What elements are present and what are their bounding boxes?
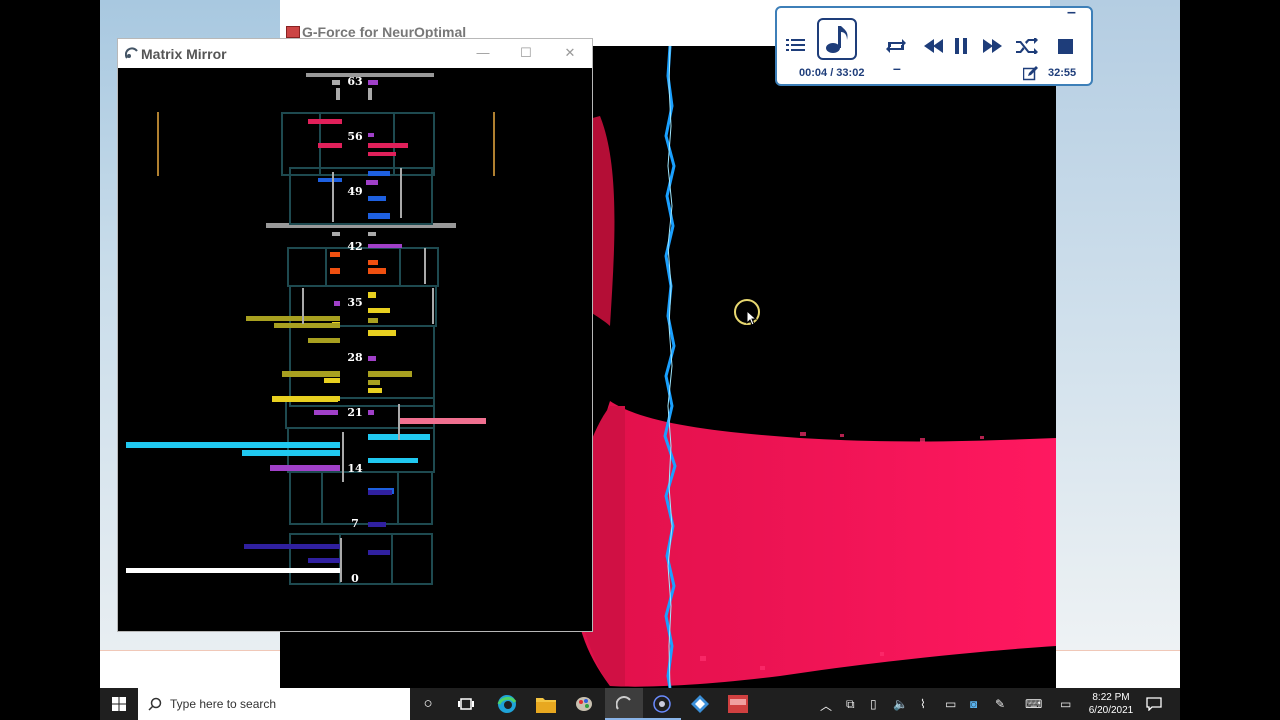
desktop-wallpaper-right	[1050, 0, 1180, 650]
edit-icon[interactable]	[1023, 66, 1038, 81]
background-window-tab	[533, 0, 747, 18]
elapsed-total-time: 00:04 / 33:02	[799, 67, 865, 79]
shuffle-icon[interactable]	[1016, 38, 1038, 54]
media-player[interactable]: – 00:04 / 33:02 – 32:55	[775, 4, 1093, 86]
network-icon[interactable]: ⌇	[920, 697, 926, 711]
maximize-button[interactable]: ☐	[511, 43, 541, 63]
row-label-35: 35	[347, 296, 362, 309]
file-explorer-icon[interactable]	[536, 695, 556, 713]
row-label-0: 0	[351, 572, 359, 585]
tray-app-icon[interactable]: ⧉	[846, 697, 855, 712]
taskbar-search-box[interactable]: Type here to search	[138, 688, 410, 720]
repeat-icon[interactable]	[885, 38, 907, 54]
task-view-icon[interactable]	[458, 696, 474, 712]
pen-icon[interactable]: ✎	[995, 697, 1005, 711]
battery-icon[interactable]: ▭	[945, 697, 956, 711]
volume-icon[interactable]: 🔈	[893, 697, 908, 711]
gforce-app-icon	[286, 26, 300, 38]
gforce-taskbar-button[interactable]	[643, 688, 681, 720]
volume-slider[interactable]: –	[893, 60, 901, 76]
neuroptimal-app-icon[interactable]	[690, 694, 710, 714]
windows-start-icon[interactable]	[112, 697, 126, 711]
next-icon[interactable]	[982, 39, 1002, 53]
matrix-mirror-title: Matrix Mirror	[141, 46, 227, 62]
row-label-63: 63	[347, 75, 362, 88]
search-placeholder: Type here to search	[170, 697, 277, 711]
matrix-mirror-app-icon	[125, 47, 138, 59]
search-icon	[148, 697, 162, 711]
clock-time: 8:22 PM	[1092, 692, 1130, 703]
paint-app-icon[interactable]	[574, 694, 594, 714]
taskbar: Type here to search ○ ︿ ⧉ ▯ 🔈 ⌇ ▭ ◙ ✎ ⌨ …	[100, 688, 1180, 720]
media-app-icon[interactable]	[728, 695, 748, 713]
pause-icon[interactable]	[954, 38, 968, 54]
matrix-mirror-taskbar-button[interactable]	[605, 688, 643, 720]
matrix-mirror-taskbar-icon	[616, 696, 631, 710]
side-marker-right	[493, 112, 495, 176]
matrix-mirror-visualization: 63 56 49 42 35 28 21 14 7 0	[118, 68, 592, 631]
edge-browser-icon[interactable]	[497, 694, 517, 714]
matrix-mirror-window[interactable]: Matrix Mirror — ☐ ✕ 63 56 49 42 35 28 21…	[117, 38, 593, 632]
notifications-icon[interactable]	[1146, 697, 1162, 711]
remaining-time: 32:55	[1048, 67, 1077, 79]
row-label-56: 56	[347, 130, 363, 143]
gforce-taskbar-icon	[653, 695, 671, 713]
row-label-28: 28	[347, 351, 363, 364]
taskbar-clock[interactable]: 8:22 PM 6/20/2021	[1080, 691, 1142, 717]
player-minimize-button[interactable]: –	[1067, 4, 1076, 22]
music-note-button[interactable]	[817, 18, 857, 60]
cortana-icon[interactable]: ○	[417, 693, 439, 715]
row-label-21: 21	[347, 406, 362, 419]
close-button[interactable]: ✕	[555, 43, 585, 63]
usb-icon[interactable]: ▯	[870, 697, 877, 711]
side-marker-left	[157, 112, 159, 176]
row-label-42: 42	[347, 240, 362, 253]
playlist-icon[interactable]	[786, 37, 806, 53]
show-hidden-icons-chevron-icon[interactable]: ︿	[820, 697, 832, 714]
keyboard-icon[interactable]: ⌨	[1025, 697, 1042, 711]
display-icon[interactable]: ▭	[1060, 697, 1071, 711]
previous-icon[interactable]	[924, 39, 944, 53]
stop-icon[interactable]	[1058, 39, 1073, 54]
mouse-pointer-icon	[746, 310, 758, 326]
row-label-7: 7	[351, 517, 359, 530]
minimize-button[interactable]: —	[468, 43, 498, 63]
matrix-mirror-titlebar[interactable]: Matrix Mirror — ☐ ✕	[118, 39, 592, 68]
tray-b-icon[interactable]: ◙	[970, 697, 977, 711]
music-note-icon	[826, 26, 848, 53]
baseline-bar	[126, 568, 340, 573]
clock-date: 6/20/2021	[1088, 705, 1134, 716]
row-label-49: 49	[347, 185, 362, 198]
row-label-14: 14	[347, 462, 363, 475]
